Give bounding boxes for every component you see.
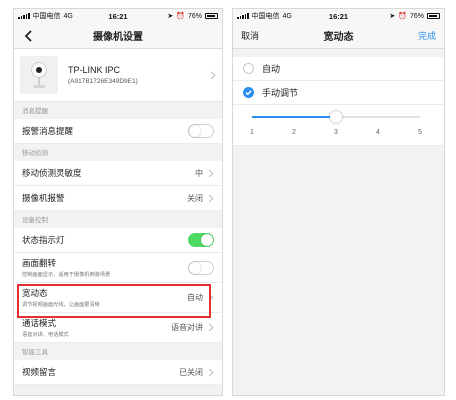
option-label: 手动调节 (262, 88, 299, 98)
row-subtitle: 调节视频画面光线，让画面更清晰 (22, 302, 100, 308)
alarm-icon: ⏰ (398, 13, 407, 20)
battery-percent: 76% (410, 12, 425, 20)
row-label: 报警消息提醒 (22, 126, 74, 136)
network-label: 4G (63, 12, 73, 20)
wdr-screen: 中国电信 4G 16:21 ➤ ⏰ 76% 取消 宽动态 完成 自动 手动调节 … (232, 8, 445, 396)
row-label: 摄像机报警 (22, 193, 65, 203)
row-label: 通话模式 (22, 318, 57, 328)
carrier-label: 中国电信 (32, 13, 61, 20)
carrier-label: 中国电信 (251, 13, 280, 20)
status-bar: 中国电信 4G 16:21 ➤ ⏰ 76% (233, 9, 444, 23)
section-header-motion: 移动侦测 (22, 150, 48, 157)
battery-icon (427, 13, 441, 19)
option-auto[interactable]: 自动 (233, 57, 444, 81)
row-value: 已关闭 (179, 367, 203, 377)
network-label: 4G (282, 12, 292, 20)
slider-track[interactable] (252, 111, 420, 123)
row-label: 状态指示灯 (22, 235, 65, 245)
status-time: 16:21 (108, 11, 128, 21)
signal-icon (18, 13, 30, 19)
nav-bar: 摄像机设置 (14, 23, 222, 49)
chevron-right-icon (208, 323, 214, 332)
row-value: 关闭 (187, 193, 203, 203)
flip-toggle[interactable] (188, 260, 214, 275)
row-label: 移动侦测灵敏度 (22, 168, 82, 178)
page-title: 宽动态 (323, 32, 354, 43)
status-led-row: 状态指示灯 (14, 228, 222, 253)
slider-tick-label: 5 (418, 129, 422, 136)
location-icon: ➤ (389, 13, 396, 20)
status-led-toggle[interactable] (188, 233, 214, 247)
status-time: 16:21 (328, 11, 349, 21)
row-label: 画面翻转 (22, 258, 57, 268)
slider-tick-label: 3 (334, 129, 338, 136)
device-id: (A917B1726E349D9E1) (68, 78, 138, 85)
device-name: TP-LINK IPC (68, 65, 121, 75)
option-manual[interactable]: 手动调节 (233, 81, 444, 105)
slider-ticks: 1 2 3 4 5 (250, 129, 422, 139)
section-header-smart-tools: 智能工具 (22, 349, 48, 356)
page-title: 摄像机设置 (93, 32, 143, 43)
alarm-notify-toggle[interactable] (188, 124, 214, 138)
section-header-notify: 消息提醒 (22, 108, 48, 115)
camera-icon (20, 56, 58, 94)
slider-thumb[interactable] (330, 111, 342, 123)
done-button[interactable]: 完成 (418, 29, 436, 42)
talk-mode-row[interactable]: 通话模式 语音对讲、电话模式 语音对讲 (14, 313, 222, 343)
status-bar: 中国电信 4G 16:21 ➤ ⏰ 76% (14, 9, 222, 23)
row-label: 宽动态 (22, 288, 48, 298)
chevron-right-icon (210, 71, 216, 79)
slider-fill (252, 116, 336, 118)
location-icon: ➤ (167, 13, 174, 20)
camera-alarm-row[interactable]: 摄像机报警 关闭 (14, 186, 222, 211)
alarm-notify-row: 报警消息提醒 (14, 119, 222, 144)
radio-checked-icon (243, 87, 254, 98)
row-subtitle: 语音对讲、电话模式 (22, 332, 69, 338)
device-card[interactable]: TP-LINK IPC (A917B1726E349D9E1) (14, 49, 222, 102)
row-value: 语音对讲 (171, 323, 203, 332)
alarm-icon: ⏰ (176, 13, 185, 20)
slider-tick-label: 2 (292, 129, 296, 136)
sensitivity-row[interactable]: 移动侦测灵敏度 中 (14, 161, 222, 186)
section-header-device-control: 设备控制 (22, 217, 48, 224)
signal-icon (237, 13, 249, 19)
row-value: 自动 (187, 293, 203, 302)
row-subtitle: 控制画面显示，适用于摄像机倒装场景 (22, 272, 111, 278)
row-label: 视频留言 (22, 367, 57, 377)
radio-unchecked-icon (243, 63, 254, 74)
row-value: 中 (195, 168, 203, 178)
chevron-right-icon (208, 194, 214, 202)
battery-icon (205, 13, 219, 19)
battery-percent: 76% (188, 12, 203, 20)
wdr-row[interactable]: 宽动态 调节视频画面光线，让画面更清晰 自动 (14, 283, 222, 313)
option-label: 自动 (262, 64, 281, 74)
video-message-row[interactable]: 视频留言 已关闭 (14, 360, 222, 385)
chevron-right-icon (208, 169, 214, 177)
chevron-right-icon (208, 293, 214, 302)
slider-tick-label: 4 (376, 129, 380, 136)
flip-row: 画面翻转 控制画面显示，适用于摄像机倒装场景 (14, 253, 222, 283)
nav-bar: 取消 宽动态 完成 (233, 23, 444, 49)
manual-level-slider[interactable]: 1 2 3 4 5 (233, 105, 444, 146)
camera-settings-screen: 中国电信 4G 16:21 ➤ ⏰ 76% 摄像机设置 TP-LINK IPC … (13, 8, 223, 396)
chevron-right-icon (208, 368, 214, 376)
slider-tick-label: 1 (250, 129, 254, 136)
